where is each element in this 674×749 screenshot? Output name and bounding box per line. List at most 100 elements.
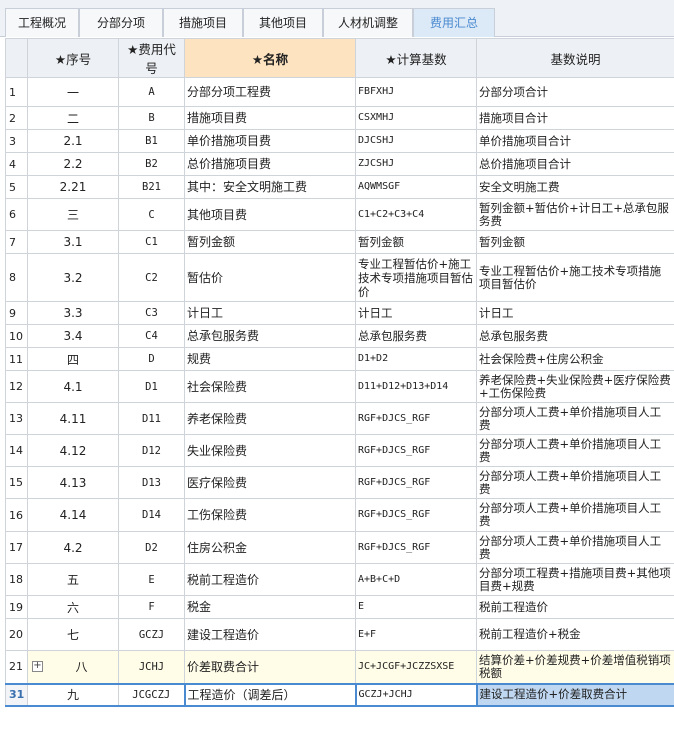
cell-code[interactable]: A [118, 77, 185, 107]
cell-name[interactable]: 总承包服务费 [184, 324, 356, 348]
tab-project-overview[interactable]: 工程概况 [5, 8, 79, 37]
table-row[interactable]: 10 3.4 C4 总承包服务费 总承包服务费 总承包服务费 [5, 324, 674, 348]
cell-base[interactable]: RGF+DJCS_RGF [355, 466, 477, 499]
table-row[interactable]: 1 一 A 分部分项工程费 FBFXHJ 分部分项合计 [5, 77, 674, 107]
cell-seq[interactable]: 六 [27, 595, 119, 619]
table-row[interactable]: 2 二 B 措施项目费 CSXMHJ 措施项目合计 [5, 106, 674, 130]
cell-seq[interactable]: 3.2 [27, 253, 119, 302]
cell-name[interactable]: 养老保险费 [184, 402, 356, 435]
cell-base[interactable]: A+B+C+D [355, 563, 477, 596]
cell-base[interactable]: CSXMHJ [355, 106, 477, 130]
table-row[interactable]: 18 五 E 税前工程造价 A+B+C+D 分部分项工程费+措施项目费+其他项目… [5, 563, 674, 596]
cell-code[interactable]: B [118, 106, 185, 130]
cell-code[interactable]: C4 [118, 324, 185, 348]
cell-code[interactable]: GCZJ [118, 618, 185, 651]
cell-seq[interactable]: 3.4 [27, 324, 119, 348]
table-row[interactable]: 4 2.2 B2 总价措施项目费 ZJCSHJ 总价措施项目合计 [5, 152, 674, 176]
cell-code[interactable]: D [118, 347, 185, 371]
cell-base[interactable]: RGF+DJCS_RGF [355, 402, 477, 435]
cell-seq[interactable]: 4.14 [27, 498, 119, 532]
cell-base[interactable]: AQWMSGF [355, 175, 477, 199]
cell-base[interactable]: D1+D2 [355, 347, 477, 371]
table-row[interactable]: 9 3.3 C3 计日工 计日工 计日工 [5, 301, 674, 325]
cell-seq[interactable]: 九 [27, 682, 119, 707]
expand-plus-icon[interactable]: + [32, 661, 43, 673]
cell-base[interactable]: GCZJ+JCHJ [355, 682, 478, 707]
tab-other-items[interactable]: 其他项目 [243, 8, 323, 37]
cell-name[interactable]: 医疗保险费 [184, 466, 356, 499]
cell-code[interactable]: D13 [118, 466, 185, 499]
table-row[interactable]: 6 三 C 其他项目费 C1+C2+C3+C4 暂列金额+暂估价+计日工+总承包… [5, 198, 674, 231]
table-row[interactable]: 7 3.1 C1 暂列金额 暂列金额 暂列金额 [5, 230, 674, 254]
cell-seq[interactable]: 一 [27, 77, 119, 107]
cell-code[interactable]: C [118, 198, 185, 231]
cell-name[interactable]: 工伤保险费 [184, 498, 356, 532]
cell-name[interactable]: 其他项目费 [184, 198, 356, 231]
tab-sub-items[interactable]: 分部分项 [79, 8, 163, 37]
tab-cost-summary[interactable]: 费用汇总 [413, 8, 495, 37]
cell-base[interactable]: 计日工 [355, 301, 477, 325]
cell-seq[interactable]: 二 [27, 106, 119, 130]
cell-code[interactable]: D12 [118, 434, 185, 467]
table-row[interactable]: 5 2.21 B21 其中：安全文明施工费 AQWMSGF 安全文明施工费 [5, 175, 674, 199]
cell-seq[interactable]: + 八 [27, 650, 119, 684]
cell-seq[interactable]: 五 [27, 563, 119, 596]
cell-name[interactable]: 失业保险费 [184, 434, 356, 467]
table-row[interactable]: 12 4.1 D1 社会保险费 D11+D12+D13+D14 养老保险费+失业… [5, 370, 674, 403]
cell-base[interactable]: FBFXHJ [355, 77, 477, 107]
cell-code[interactable]: B1 [118, 129, 185, 153]
tab-labor-material-adjust[interactable]: 人材机调整 [323, 8, 413, 37]
table-row[interactable]: 15 4.13 D13 医疗保险费 RGF+DJCS_RGF 分部分项人工费+单… [5, 466, 674, 499]
cell-name[interactable]: 建设工程造价 [184, 618, 356, 651]
cell-code[interactable]: D14 [118, 498, 185, 532]
table-row-selected[interactable]: 31 九 JCGCZJ 工程造价（调差后） GCZJ+JCHJ 建设工程造价+价… [5, 682, 674, 707]
cell-base[interactable]: DJCSHJ [355, 129, 477, 153]
cell-code[interactable]: D11 [118, 402, 185, 435]
table-row[interactable]: 8 3.2 C2 暂估价 专业工程暂估价+施工技术专项措施项目暂估价 专业工程暂… [5, 253, 674, 302]
cell-name[interactable]: 税前工程造价 [184, 563, 356, 596]
table-row[interactable]: 17 4.2 D2 住房公积金 RGF+DJCS_RGF 分部分项人工费+单价措… [5, 531, 674, 564]
cell-seq[interactable]: 4.13 [27, 466, 119, 499]
cell-name[interactable]: 社会保险费 [184, 370, 356, 403]
header-desc[interactable]: 基数说明 [476, 38, 674, 78]
header-base[interactable]: ★计算基数 [355, 38, 477, 78]
cell-base[interactable]: JC+JCGF+JCZZSXSE [355, 650, 477, 684]
cell-base[interactable]: E [355, 595, 477, 619]
cell-code[interactable]: C1 [118, 230, 185, 254]
cell-seq[interactable]: 2.21 [27, 175, 119, 199]
cell-code[interactable]: C2 [118, 253, 185, 302]
cell-code[interactable]: JCGCZJ [118, 682, 185, 707]
cell-name[interactable]: 分部分项工程费 [184, 77, 356, 107]
cell-base[interactable]: RGF+DJCS_RGF [355, 498, 477, 532]
header-name[interactable]: ★名称 [184, 38, 356, 78]
cell-code[interactable]: F [118, 595, 185, 619]
cell-seq[interactable]: 4.2 [27, 531, 119, 564]
cell-name[interactable]: 总价措施项目费 [184, 152, 356, 176]
cell-name[interactable]: 价差取费合计 [184, 650, 356, 684]
cell-seq[interactable]: 4.12 [27, 434, 119, 467]
cell-name[interactable]: 税金 [184, 595, 356, 619]
cell-seq[interactable]: 2.1 [27, 129, 119, 153]
cell-code[interactable]: D2 [118, 531, 185, 564]
cell-base[interactable]: RGF+DJCS_RGF [355, 434, 477, 467]
table-row[interactable]: 13 4.11 D11 养老保险费 RGF+DJCS_RGF 分部分项人工费+单… [5, 402, 674, 435]
table-row-group[interactable]: 21 + 八 JCHJ 价差取费合计 JC+JCGF+JCZZSXSE 结算价差… [5, 650, 674, 684]
cell-seq[interactable]: 3.3 [27, 301, 119, 325]
cell-seq[interactable]: 2.2 [27, 152, 119, 176]
cell-base[interactable]: RGF+DJCS_RGF [355, 531, 477, 564]
table-row[interactable]: 14 4.12 D12 失业保险费 RGF+DJCS_RGF 分部分项人工费+单… [5, 434, 674, 467]
cell-name[interactable]: 计日工 [184, 301, 356, 325]
cell-code[interactable]: C3 [118, 301, 185, 325]
cell-seq[interactable]: 四 [27, 347, 119, 371]
table-row[interactable]: 16 4.14 D14 工伤保险费 RGF+DJCS_RGF 分部分项人工费+单… [5, 498, 674, 532]
cell-name[interactable]: 措施项目费 [184, 106, 356, 130]
cell-base[interactable]: 暂列金额 [355, 230, 477, 254]
cell-name[interactable]: 规费 [184, 347, 356, 371]
cell-base[interactable]: E+F [355, 618, 477, 651]
cell-code[interactable]: B21 [118, 175, 185, 199]
cell-seq[interactable]: 4.1 [27, 370, 119, 403]
cell-name[interactable]: 住房公积金 [184, 531, 356, 564]
cell-seq[interactable]: 七 [27, 618, 119, 651]
header-code[interactable]: ★费用代号 [118, 38, 185, 78]
cell-name[interactable]: 暂估价 [184, 253, 356, 302]
